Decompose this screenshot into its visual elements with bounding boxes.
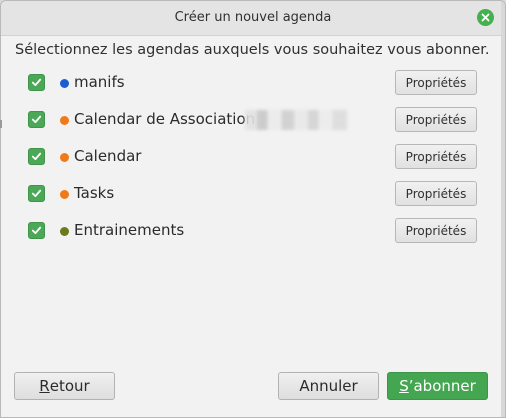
properties-button[interactable]: Propriétés	[395, 70, 477, 95]
dialog-window: Créer un nouvel agenda Sélectionnez les …	[0, 0, 506, 418]
properties-button[interactable]: Propriétés	[395, 107, 477, 132]
calendar-row: Calendar de Association Propriétés	[1, 106, 505, 134]
calendar-color-dot	[60, 116, 69, 125]
back-button[interactable]: Retour	[14, 372, 115, 400]
calendar-color-dot	[60, 153, 69, 162]
calendar-name: Entrainements	[74, 221, 185, 239]
redacted-text	[245, 110, 347, 130]
check-icon	[31, 115, 42, 123]
calendar-checkbox[interactable]	[28, 222, 45, 239]
calendar-row: Calendar Propriétés	[1, 143, 505, 171]
close-button[interactable]	[477, 9, 494, 26]
instruction-text: Sélectionnez les agendas auxquels vous s…	[15, 42, 490, 58]
subscribe-button[interactable]: S’abonner	[387, 372, 488, 400]
calendar-checkbox[interactable]	[28, 111, 45, 128]
calendar-name: Tasks	[74, 184, 115, 202]
check-icon	[31, 189, 42, 197]
window-edge	[501, 1, 505, 417]
check-icon	[31, 226, 42, 234]
calendar-row: Entrainements Propriétés	[1, 217, 505, 245]
resize-handle[interactable]	[0, 120, 2, 128]
calendar-checkbox[interactable]	[28, 148, 45, 165]
properties-button[interactable]: Propriétés	[395, 181, 477, 206]
calendar-color-dot	[60, 79, 69, 88]
calendar-row: manifs Propriétés	[1, 69, 505, 97]
check-icon	[31, 78, 42, 86]
cancel-button[interactable]: Annuler	[278, 372, 379, 400]
dialog-title: Créer un nouvel agenda	[174, 10, 332, 25]
close-icon	[481, 13, 490, 22]
calendar-color-dot	[60, 227, 69, 236]
calendar-name: Calendar de Association	[74, 110, 256, 128]
check-icon	[31, 152, 42, 160]
calendar-color-dot	[60, 190, 69, 199]
calendar-row: Tasks Propriétés	[1, 180, 505, 208]
calendar-checkbox[interactable]	[28, 74, 45, 91]
calendar-name: Calendar	[74, 147, 142, 165]
dialog-content: Sélectionnez les agendas auxquels vous s…	[1, 36, 505, 417]
properties-button[interactable]: Propriétés	[395, 144, 477, 169]
calendar-name: manifs	[74, 73, 125, 91]
calendar-checkbox[interactable]	[28, 185, 45, 202]
titlebar: Créer un nouvel agenda	[1, 1, 505, 36]
properties-button[interactable]: Propriétés	[395, 218, 477, 243]
